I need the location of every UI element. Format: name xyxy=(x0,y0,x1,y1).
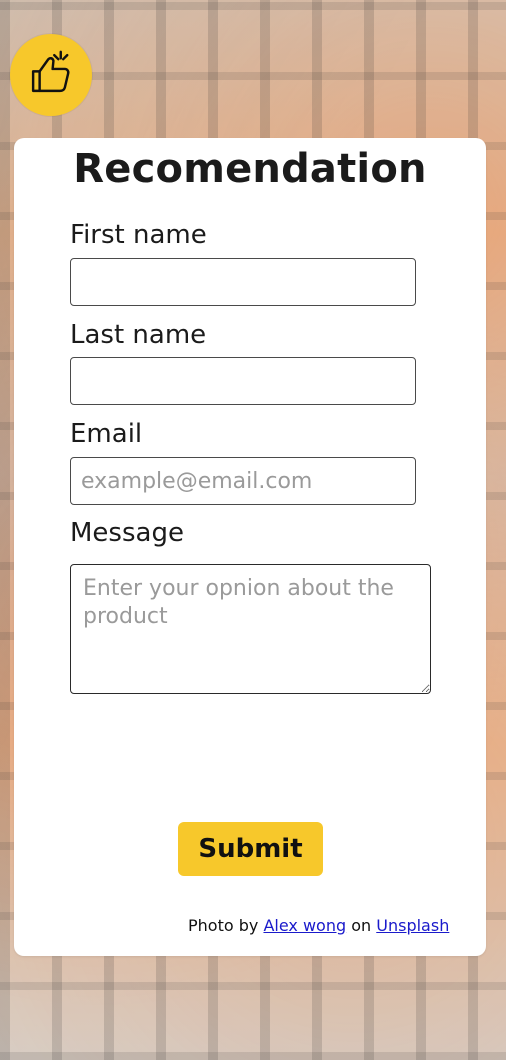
recommendation-card: Recomendation First name Last name Email… xyxy=(14,138,486,956)
first-name-label: First name xyxy=(70,220,207,250)
email-field[interactable] xyxy=(70,457,416,505)
email-label: Email xyxy=(70,419,143,449)
credit-prefix: Photo by xyxy=(188,916,259,935)
last-name-field[interactable] xyxy=(70,357,416,405)
credit-author-link[interactable]: Alex wong xyxy=(263,916,346,935)
first-name-field[interactable] xyxy=(70,258,416,306)
last-name-label: Last name xyxy=(70,320,207,350)
photo-credit: Photo by Alex wong on Unsplash xyxy=(188,916,449,935)
submit-button[interactable]: Submit xyxy=(178,822,323,876)
credit-site-link[interactable]: Unsplash xyxy=(376,916,449,935)
page-title: Recomendation xyxy=(73,146,427,192)
message-textarea[interactable] xyxy=(70,564,431,694)
credit-middle: on xyxy=(351,916,372,935)
message-label: Message xyxy=(70,518,184,548)
thumbs-up-icon xyxy=(25,47,77,103)
logo-badge xyxy=(10,34,92,116)
